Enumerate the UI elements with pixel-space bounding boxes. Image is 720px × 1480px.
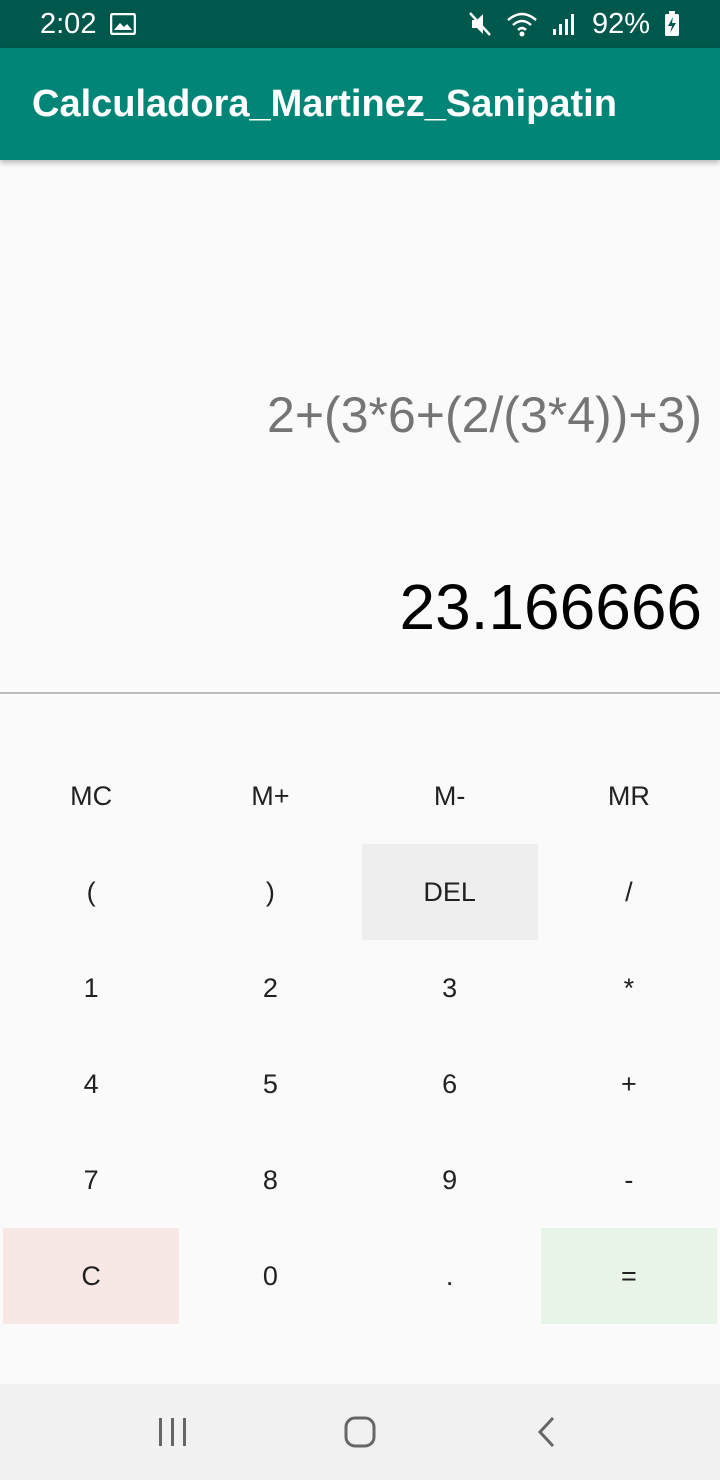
key-4[interactable]: 4 [3, 1036, 179, 1132]
expression-text: 2+(3*6+(2/(3*4))+3) [267, 387, 702, 443]
key-memory-add[interactable]: M+ [182, 748, 358, 844]
key-2[interactable]: 2 [182, 940, 358, 1036]
wifi-icon [506, 11, 538, 37]
key-memory-recall[interactable]: MR [541, 748, 717, 844]
key-equals[interactable]: = [540, 1228, 717, 1324]
status-time: 2:02 [40, 7, 97, 40]
key-decimal[interactable]: . [362, 1228, 538, 1324]
key-add[interactable]: + [541, 1036, 717, 1132]
key-memory-clear[interactable]: MC [3, 748, 179, 844]
battery-percentage: 92% [591, 7, 650, 40]
battery-charging-icon [664, 11, 680, 37]
key-3[interactable]: 3 [362, 940, 538, 1036]
key-7[interactable]: 7 [3, 1132, 179, 1228]
key-memory-subtract[interactable]: M- [362, 748, 538, 844]
calculator-display: 2+(3*6+(2/(3*4))+3) 23.166666 [0, 160, 720, 692]
key-divide[interactable]: / [541, 844, 717, 940]
key-1[interactable]: 1 [3, 940, 179, 1036]
recent-apps-icon[interactable] [123, 1392, 223, 1472]
key-8[interactable]: 8 [182, 1132, 358, 1228]
result-text: 23.166666 [399, 571, 702, 643]
navigation-bar [0, 1384, 720, 1480]
app-bar: Calculadora_Martinez_Sanipatin [0, 48, 720, 160]
back-icon[interactable] [497, 1392, 597, 1472]
key-clear[interactable]: C [3, 1228, 180, 1324]
key-open-paren[interactable]: ( [3, 844, 179, 940]
key-9[interactable]: 9 [362, 1132, 538, 1228]
key-close-paren[interactable]: ) [182, 844, 358, 940]
key-subtract[interactable]: - [541, 1132, 717, 1228]
home-icon[interactable] [310, 1392, 410, 1472]
key-multiply[interactable]: * [541, 940, 717, 1036]
key-0[interactable]: 0 [182, 1228, 358, 1324]
key-delete[interactable]: DEL [361, 844, 538, 940]
app-title: Calculadora_Martinez_Sanipatin [32, 82, 617, 125]
key-6[interactable]: 6 [362, 1036, 538, 1132]
mute-icon [468, 11, 492, 37]
status-bar: 2:02 92% [0, 0, 720, 48]
keypad: MC M+ M- MR ( ) DEL / 1 2 3 * 4 5 6 + 7 … [3, 748, 717, 1324]
signal-icon [552, 12, 578, 36]
image-icon [110, 13, 137, 35]
key-5[interactable]: 5 [182, 1036, 358, 1132]
display-divider [0, 692, 720, 694]
